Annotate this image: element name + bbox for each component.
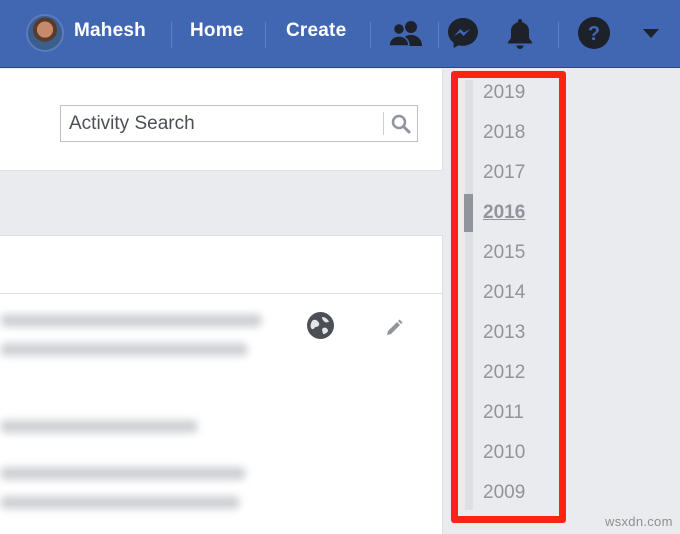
messenger-icon[interactable] xyxy=(445,15,481,51)
blurred-entry-text xyxy=(0,496,240,509)
help-icon[interactable]: ? xyxy=(576,15,612,51)
notifications-bell-icon[interactable] xyxy=(502,15,538,51)
year-link-2015[interactable]: 2015 xyxy=(483,242,525,264)
year-link-2009[interactable]: 2009 xyxy=(483,482,525,504)
activity-search-box xyxy=(60,105,418,142)
year-link-2012[interactable]: 2012 xyxy=(483,362,525,384)
nav-divider xyxy=(265,22,266,48)
year-link-2017[interactable]: 2017 xyxy=(483,162,525,184)
search-icon[interactable] xyxy=(389,111,413,136)
friends-icon[interactable] xyxy=(388,15,424,51)
avatar[interactable] xyxy=(26,14,64,52)
year-link-2011[interactable]: 2011 xyxy=(483,402,524,424)
blurred-entry-text xyxy=(0,343,248,356)
year-link-2014[interactable]: 2014 xyxy=(483,282,525,304)
active-year-marker xyxy=(464,194,473,232)
nav-divider xyxy=(438,22,439,48)
globe-privacy-icon[interactable] xyxy=(307,312,334,339)
top-navigation-bar: Mahesh Home Create ? xyxy=(0,0,680,68)
account-menu-caret-icon[interactable] xyxy=(643,29,659,38)
year-timeline-track xyxy=(465,80,473,510)
activity-entries-card xyxy=(0,235,443,534)
pencil-edit-icon[interactable] xyxy=(384,318,404,338)
home-link[interactable]: Home xyxy=(190,20,244,42)
blurred-entry-text xyxy=(0,420,198,433)
nav-divider xyxy=(370,22,371,48)
year-link-2016[interactable]: 2016 xyxy=(483,202,525,224)
activity-search-input[interactable] xyxy=(69,106,381,141)
profile-name-link[interactable]: Mahesh xyxy=(74,20,146,42)
year-link-2018[interactable]: 2018 xyxy=(483,122,525,144)
year-navigation-sidebar xyxy=(444,69,680,534)
watermark: wsxdn.com xyxy=(605,514,673,529)
year-link-2010[interactable]: 2010 xyxy=(483,442,525,464)
blurred-entry-text xyxy=(0,314,262,327)
year-link-2013[interactable]: 2013 xyxy=(483,322,525,344)
svg-text:?: ? xyxy=(588,23,600,45)
nav-divider xyxy=(558,22,559,48)
year-link-2019[interactable]: 2019 xyxy=(483,82,525,104)
blurred-entry-text xyxy=(0,467,246,480)
nav-divider xyxy=(171,22,172,48)
search-separator xyxy=(383,112,384,135)
card-divider xyxy=(0,293,443,294)
create-link[interactable]: Create xyxy=(286,20,346,42)
